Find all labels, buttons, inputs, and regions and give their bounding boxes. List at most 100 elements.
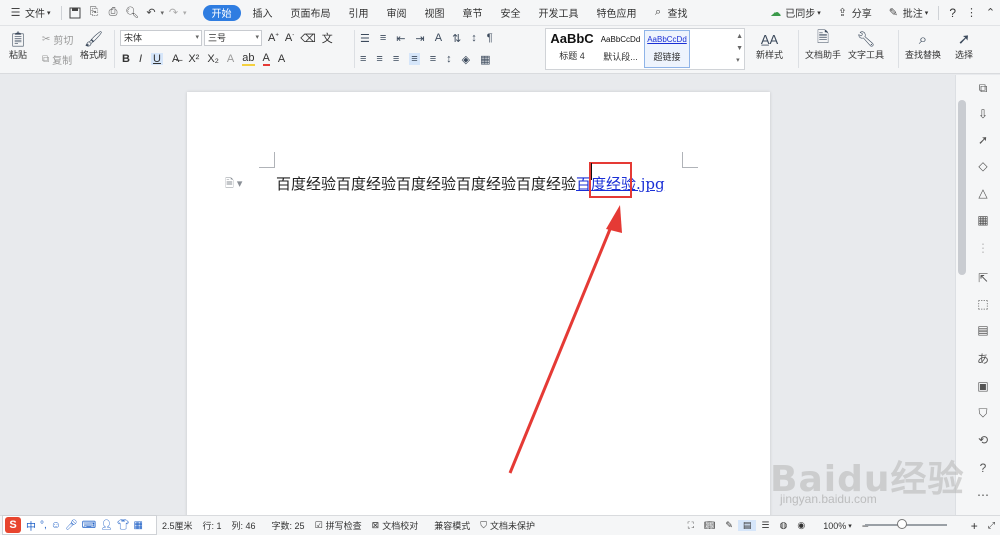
line-spacing-icon[interactable]: ↕ bbox=[446, 53, 452, 65]
image-icon[interactable]: ▣ bbox=[975, 378, 991, 394]
font-color-icon[interactable]: A bbox=[262, 52, 270, 66]
help-icon[interactable]: ? bbox=[975, 460, 991, 476]
tab-chapter[interactable]: 章节 bbox=[457, 3, 489, 23]
zoom-in-icon[interactable]: + bbox=[966, 519, 983, 533]
increase-indent-icon[interactable]: ⇥ bbox=[416, 32, 425, 45]
more-icon[interactable]: ⋯ bbox=[975, 487, 991, 503]
doc-assistant-button[interactable]: 🗎︎ 文档助手 bbox=[805, 29, 841, 61]
tab-references[interactable]: 引用 bbox=[343, 3, 375, 23]
style-heading4[interactable]: AaBbC 标题 4 bbox=[548, 31, 596, 67]
search-button[interactable]: ⌕ 查找 bbox=[643, 3, 694, 23]
tab-page-layout[interactable]: 页面布局 bbox=[285, 3, 337, 23]
export-pdf-icon[interactable]: ⎘ bbox=[88, 6, 101, 19]
select-button[interactable]: ➚ 选择 bbox=[954, 30, 974, 61]
zoom-select[interactable]: 100% ▾ bbox=[818, 521, 857, 531]
grow-font-icon[interactable]: A+ bbox=[268, 32, 279, 44]
sidebar-toggle-icon[interactable]: ⧉ bbox=[975, 80, 991, 96]
web-view-icon[interactable]: ◍ bbox=[775, 520, 793, 531]
save-icon[interactable] bbox=[69, 6, 82, 19]
align-center-icon[interactable]: ≡ bbox=[376, 53, 382, 65]
justify-icon[interactable]: ≡ bbox=[409, 53, 420, 65]
paragraph-handle-icon[interactable]: 🗎︎ ▾ bbox=[225, 175, 242, 194]
sidebar-toggle-icon[interactable]: ⇩ bbox=[975, 106, 991, 122]
page-view-icon[interactable]: ▤ bbox=[737, 520, 757, 531]
user-icon[interactable]: 👤︎ bbox=[100, 520, 113, 531]
style-hyperlink[interactable]: AaBbCcDd 超链接 bbox=[644, 30, 690, 68]
text-direction-icon[interactable]: A bbox=[435, 32, 442, 44]
superscript-icon[interactable]: X² bbox=[188, 53, 199, 65]
borders-icon[interactable]: ▦ bbox=[480, 53, 490, 66]
vertical-scrollbar[interactable] bbox=[958, 100, 966, 275]
cut-button[interactable]: ✂ 剪切 bbox=[42, 31, 73, 47]
file-menu[interactable]: ☰ 文件 ▾ bbox=[0, 3, 57, 23]
doc-proof-button[interactable]: ⊠ 文档校对 bbox=[367, 519, 424, 532]
share-button[interactable]: ⇪ 分享 bbox=[827, 3, 878, 23]
ime-mode[interactable]: 中 bbox=[26, 518, 36, 533]
keyboard-icon[interactable]: ⌨ bbox=[82, 520, 96, 531]
fullscreen-icon[interactable]: ⛶ bbox=[683, 520, 699, 531]
punctuation-icon[interactable]: °, bbox=[40, 520, 47, 531]
redo-icon[interactable]: ↷ bbox=[167, 6, 180, 19]
shrink-font-icon[interactable]: A- bbox=[285, 32, 294, 44]
font-size-select[interactable]: 三号 ▾ bbox=[204, 30, 262, 46]
align-left-icon[interactable]: ≡ bbox=[360, 53, 366, 65]
bold-icon[interactable]: B bbox=[122, 53, 130, 65]
fill-icon[interactable]: △ bbox=[975, 185, 991, 201]
format-painter-button[interactable]: 🖌︎ 格式刷 bbox=[80, 30, 107, 61]
line-spacing-icon[interactable]: ↕ bbox=[471, 32, 477, 44]
numbered-list-icon[interactable]: ≡ bbox=[380, 32, 386, 44]
status-word-count[interactable]: 字数: 25 bbox=[267, 519, 310, 532]
tab-view[interactable]: 视图 bbox=[419, 3, 451, 23]
undo-icon[interactable]: ↶ bbox=[145, 6, 158, 19]
subscript-icon[interactable]: X₂ bbox=[207, 53, 219, 65]
tab-review[interactable]: 审阅 bbox=[381, 3, 413, 23]
bullet-list-icon[interactable]: ☰ bbox=[360, 32, 370, 45]
tab-insert[interactable]: 插入 bbox=[247, 3, 279, 23]
tab-security[interactable]: 安全 bbox=[495, 3, 527, 23]
help-button[interactable]: ? bbox=[943, 3, 962, 23]
eye-protection-icon[interactable]: ◉ bbox=[792, 520, 810, 531]
paste-button[interactable]: 📋︎ 粘贴 bbox=[8, 30, 28, 61]
document-page[interactable]: 🗎︎ ▾ 百度经验百度经验百度经验百度经验百度经验百度经验.jpg bbox=[187, 92, 770, 522]
history-icon[interactable]: ⟲ bbox=[975, 432, 991, 448]
print-preview-icon[interactable]: 🔍︎ bbox=[125, 6, 139, 19]
print-icon[interactable]: ⎙ bbox=[107, 6, 120, 19]
tab-developer[interactable]: 开发工具 bbox=[533, 3, 585, 23]
spell-check-button[interactable]: ☑ 拼写检查 bbox=[310, 519, 367, 532]
shading-icon[interactable]: ◈ bbox=[462, 53, 470, 66]
protection-status[interactable]: ⛉ 文档未保护 bbox=[475, 519, 540, 532]
more-icon[interactable]: ⋮ bbox=[965, 6, 978, 19]
reading-view-icon[interactable]: 📖︎ bbox=[699, 520, 720, 531]
skin-icon[interactable]: 👕︎ bbox=[117, 520, 130, 531]
edit-view-icon[interactable]: ✎ bbox=[720, 520, 738, 531]
toolbox-icon[interactable]: ▦ bbox=[134, 520, 143, 531]
find-replace-button[interactable]: ⌕ 查找替换 bbox=[905, 30, 941, 61]
chevron-down-icon[interactable]: ▾ bbox=[183, 9, 187, 17]
phonetic-icon[interactable]: 文 bbox=[322, 30, 333, 46]
status-col[interactable]: 列: 46 bbox=[227, 519, 261, 532]
security-icon[interactable]: ⛉ bbox=[975, 405, 991, 421]
copy-button[interactable]: ⧉ 复制 bbox=[42, 51, 72, 67]
styles-scroll[interactable]: ▲ ▼ ▾ bbox=[736, 31, 743, 67]
show-marks-icon[interactable]: ¶ bbox=[487, 32, 493, 44]
emoji-icon[interactable]: ☺ bbox=[51, 520, 61, 531]
chevron-down-icon[interactable]: ▾ bbox=[161, 9, 165, 17]
microphone-icon[interactable]: 🎤︎ bbox=[65, 520, 78, 531]
status-position[interactable]: 2.5厘米 bbox=[157, 519, 198, 532]
strikethrough-icon[interactable]: A̶ bbox=[172, 53, 179, 65]
expand-icon[interactable]: ⤢ bbox=[983, 520, 1000, 531]
document-canvas[interactable]: 🗎︎ ▾ 百度经验百度经验百度经验百度经验百度经验百度经验.jpg bbox=[0, 75, 955, 522]
highlight-icon[interactable]: ab bbox=[242, 52, 255, 66]
underline-icon[interactable]: U bbox=[151, 53, 163, 65]
export-icon[interactable]: ⇱ bbox=[975, 270, 991, 286]
share-icon[interactable]: ⬚ bbox=[975, 296, 991, 312]
text-effect-icon[interactable]: A bbox=[227, 53, 234, 65]
shapes-icon[interactable]: ◇ bbox=[975, 158, 991, 174]
decrease-indent-icon[interactable]: ⇤ bbox=[396, 32, 405, 45]
pointer-icon[interactable]: ➚ bbox=[975, 132, 991, 148]
tab-features[interactable]: 特色应用 bbox=[591, 3, 643, 23]
sync-button[interactable]: ☁ 已同步 ▾ bbox=[760, 3, 827, 23]
distribute-icon[interactable]: ≡ bbox=[430, 53, 436, 65]
tab-home[interactable]: 开始 bbox=[197, 3, 247, 23]
new-style-button[interactable]: A̲A 新样式 bbox=[756, 30, 783, 61]
